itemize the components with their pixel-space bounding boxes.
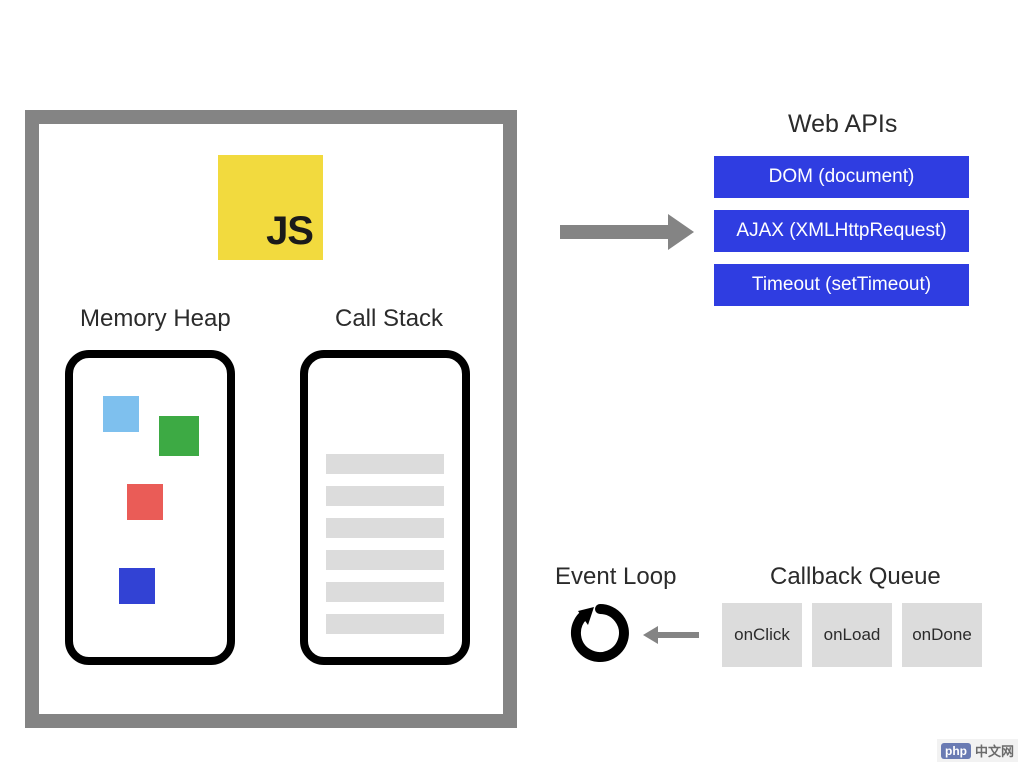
- heading-callback-queue: Callback Queue: [770, 563, 941, 591]
- arrow-left-icon: [657, 632, 699, 638]
- watermark-text: 中文网: [975, 741, 1014, 760]
- memory-heap-container: [65, 350, 235, 665]
- heap-object-red: [127, 484, 163, 520]
- stack-frame: [326, 486, 444, 506]
- web-api-dom: DOM (document): [714, 156, 969, 198]
- loop-arrow-icon: [570, 603, 630, 663]
- callback-item: onClick: [722, 603, 802, 667]
- heading-memory-heap: Memory Heap: [80, 305, 231, 333]
- js-logo-text: JS: [266, 209, 313, 254]
- callback-item: onDone: [902, 603, 982, 667]
- stack-frame: [326, 614, 444, 634]
- callback-label: onLoad: [824, 625, 881, 645]
- callback-item: onLoad: [812, 603, 892, 667]
- heading-event-loop: Event Loop: [555, 563, 676, 591]
- stack-frame: [326, 518, 444, 538]
- heap-object-blue: [119, 568, 155, 604]
- callback-queue-row: onClick onLoad onDone: [722, 603, 982, 667]
- stack-frame: [326, 454, 444, 474]
- call-stack-container: [300, 350, 470, 665]
- watermark-badge: php: [941, 743, 971, 759]
- web-api-timeout: Timeout (setTimeout): [714, 264, 969, 306]
- web-api-label: DOM (document): [769, 166, 915, 188]
- heading-web-apis: Web APIs: [788, 110, 897, 139]
- heading-call-stack: Call Stack: [335, 305, 443, 333]
- callback-label: onDone: [912, 625, 972, 645]
- callback-label: onClick: [734, 625, 790, 645]
- heap-object-lightblue: [103, 396, 139, 432]
- js-logo: JS: [218, 155, 323, 260]
- web-api-label: Timeout (setTimeout): [752, 274, 931, 296]
- watermark: php 中文网: [937, 739, 1018, 762]
- stack-frame: [326, 582, 444, 602]
- web-api-label: AJAX (XMLHttpRequest): [736, 220, 946, 242]
- stack-frame: [326, 550, 444, 570]
- web-api-ajax: AJAX (XMLHttpRequest): [714, 210, 969, 252]
- arrow-right-icon: [560, 225, 670, 239]
- heap-object-green: [159, 416, 199, 456]
